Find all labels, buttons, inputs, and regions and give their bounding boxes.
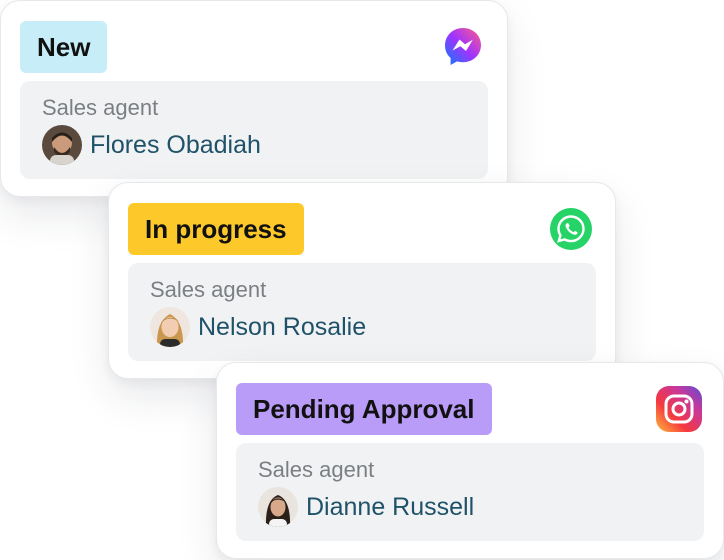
agent-info-panel: Sales agent Dianne Russell — [236, 443, 704, 541]
whatsapp-icon — [550, 208, 592, 250]
status-badge: Pending Approval — [236, 383, 492, 435]
conversation-card-new[interactable]: New Sales agent Flores Obadiah — [0, 0, 508, 197]
agent-info-panel: Sales agent Flores Obadiah — [20, 81, 488, 179]
sales-agent-label: Sales agent — [258, 457, 375, 482]
agent-name[interactable]: Flores Obadiah — [90, 131, 261, 160]
messenger-icon — [445, 28, 481, 65]
agent-name[interactable]: Dianne Russell — [306, 493, 474, 522]
agent-row: Dianne Russell — [258, 487, 474, 527]
conversation-card-pending-approval[interactable]: Pending Approval Sales agent Dianne Russ… — [216, 362, 724, 559]
agent-info-panel: Sales agent Nelson Rosalie — [128, 263, 596, 361]
agent-avatar — [42, 125, 82, 165]
agent-name[interactable]: Nelson Rosalie — [198, 313, 366, 342]
agent-avatar — [150, 307, 190, 347]
agent-avatar — [258, 487, 298, 527]
agent-row: Nelson Rosalie — [150, 307, 366, 347]
sales-agent-label: Sales agent — [150, 277, 267, 302]
status-badge: New — [20, 21, 108, 73]
agent-row: Flores Obadiah — [42, 125, 261, 165]
conversation-card-in-progress[interactable]: In progress Sales agent Nelson Rosalie — [108, 182, 616, 379]
instagram-icon — [656, 386, 702, 432]
status-badge: In progress — [128, 203, 304, 255]
sales-agent-label: Sales agent — [42, 95, 159, 120]
